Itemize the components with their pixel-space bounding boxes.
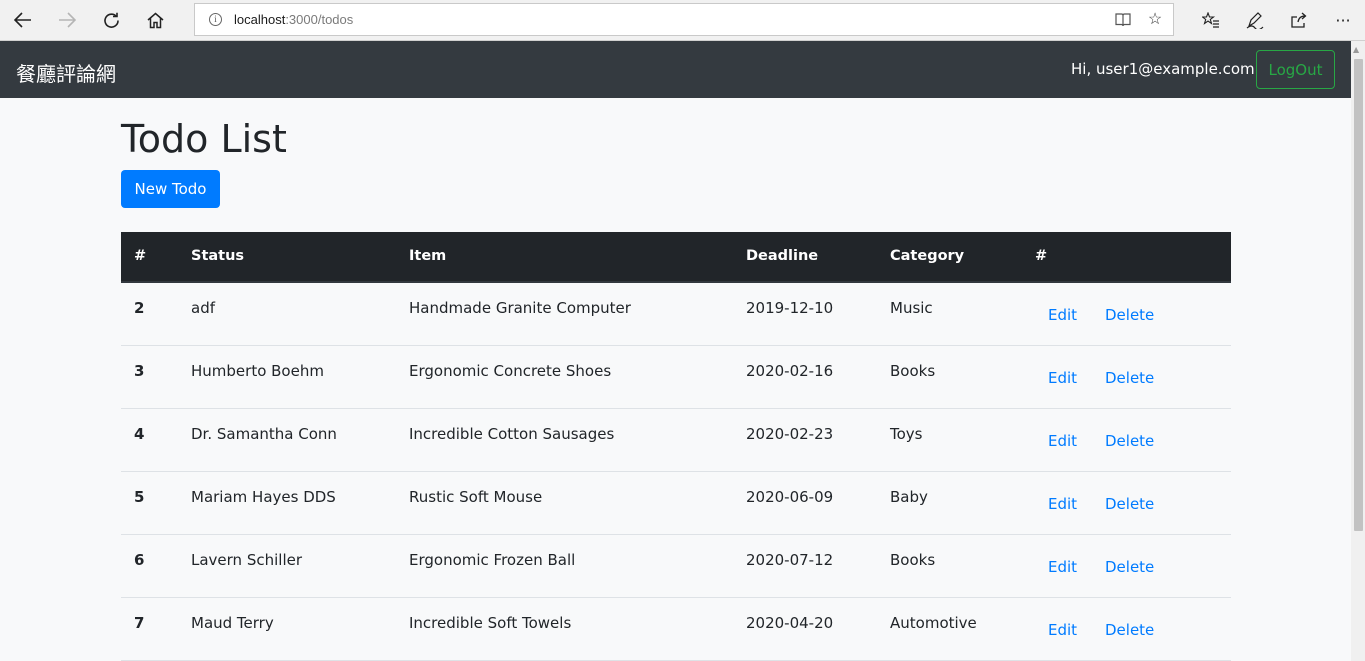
more-icon[interactable]: ··· xyxy=(1328,6,1358,34)
delete-link[interactable]: Delete xyxy=(1105,558,1154,576)
share-icon[interactable] xyxy=(1284,6,1314,34)
cell-status: Humberto Boehm xyxy=(191,362,324,380)
address-bar[interactable]: i localhost:3000/todos ☆ xyxy=(194,3,1174,36)
table-row: 5 Mariam Hayes DDS Rustic Soft Mouse 202… xyxy=(121,472,1231,535)
url-host: localhost xyxy=(234,12,286,27)
cell-deadline: 2020-06-09 xyxy=(746,488,834,506)
table-row: 4 Dr. Samantha Conn Incredible Cotton Sa… xyxy=(121,409,1231,472)
cell-deadline: 2020-04-20 xyxy=(746,614,834,632)
cell-deadline: 2020-02-23 xyxy=(746,425,834,443)
header-status: Status xyxy=(191,248,245,264)
cell-category: Music xyxy=(890,299,933,317)
refresh-icon[interactable] xyxy=(96,6,126,34)
site-navbar: 餐廳評論網 Hi, user1@example.com LogOut xyxy=(0,41,1351,98)
page-scrollbar[interactable]: ▲ xyxy=(1351,41,1365,661)
edit-link[interactable]: Edit xyxy=(1048,306,1077,324)
cell-item: Ergonomic Frozen Ball xyxy=(409,551,576,569)
cell-id: 4 xyxy=(134,425,145,443)
cell-id: 2 xyxy=(134,299,145,317)
reading-view-icon[interactable] xyxy=(1113,9,1133,29)
table-row: 6 Lavern Schiller Ergonomic Frozen Ball … xyxy=(121,535,1231,598)
user-greeting: Hi, user1@example.com xyxy=(1071,60,1255,78)
cell-category: Books xyxy=(890,551,936,569)
edit-link[interactable]: Edit xyxy=(1048,558,1077,576)
pen-icon[interactable] xyxy=(1240,6,1270,34)
todo-table: # Status Item Deadline Category # 2 adf … xyxy=(121,232,1231,661)
browser-toolbar: i localhost:3000/todos ☆ ··· xyxy=(0,0,1365,41)
edit-link[interactable]: Edit xyxy=(1048,369,1077,387)
cell-id: 5 xyxy=(134,488,145,506)
cell-status: Dr. Samantha Conn xyxy=(191,425,337,443)
cell-item: Incredible Soft Towels xyxy=(409,614,572,632)
header-deadline: Deadline xyxy=(746,248,819,264)
edit-link[interactable]: Edit xyxy=(1048,432,1077,450)
cell-id: 7 xyxy=(134,614,145,632)
cell-status: adf xyxy=(191,299,215,317)
scroll-up-arrow-icon[interactable]: ▲ xyxy=(1353,45,1359,54)
cell-category: Baby xyxy=(890,488,928,506)
logout-button[interactable]: LogOut xyxy=(1256,50,1335,89)
delete-link[interactable]: Delete xyxy=(1105,432,1154,450)
forward-icon[interactable] xyxy=(52,6,82,34)
cell-category: Toys xyxy=(890,425,923,443)
edit-link[interactable]: Edit xyxy=(1048,495,1077,513)
header-category: Category xyxy=(890,248,965,264)
cell-item: Rustic Soft Mouse xyxy=(409,488,543,506)
cell-item: Ergonomic Concrete Shoes xyxy=(409,362,612,380)
cell-id: 3 xyxy=(134,362,145,380)
favorites-list-icon[interactable] xyxy=(1196,6,1226,34)
delete-link[interactable]: Delete xyxy=(1105,621,1154,639)
table-row: 7 Maud Terry Incredible Soft Towels 2020… xyxy=(121,598,1231,661)
cell-category: Books xyxy=(890,362,936,380)
scrollbar-thumb[interactable] xyxy=(1354,59,1363,531)
cell-deadline: 2019-12-10 xyxy=(746,299,834,317)
edit-link[interactable]: Edit xyxy=(1048,621,1077,639)
info-icon[interactable]: i xyxy=(209,13,222,26)
cell-status: Lavern Schiller xyxy=(191,551,303,569)
header-item: Item xyxy=(409,248,447,264)
cell-deadline: 2020-07-12 xyxy=(746,551,834,569)
new-todo-button[interactable]: New Todo xyxy=(121,170,220,208)
cell-category: Automotive xyxy=(890,614,977,632)
cell-deadline: 2020-02-16 xyxy=(746,362,834,380)
brand-logo-text[interactable]: 餐廳評論網 xyxy=(16,58,116,87)
cell-id: 6 xyxy=(134,551,145,569)
url-path: :3000/todos xyxy=(285,12,354,27)
delete-link[interactable]: Delete xyxy=(1105,495,1154,513)
favorite-star-icon[interactable]: ☆ xyxy=(1145,9,1165,29)
cell-status: Maud Terry xyxy=(191,614,274,632)
header-actions: # xyxy=(1035,248,1048,264)
table-row: 3 Humberto Boehm Ergonomic Concrete Shoe… xyxy=(121,346,1231,409)
cell-item: Handmade Granite Computer xyxy=(409,299,631,317)
table-row: 2 adf Handmade Granite Computer 2019-12-… xyxy=(121,283,1231,346)
page-title: Todo List xyxy=(121,117,287,161)
cell-status: Mariam Hayes DDS xyxy=(191,488,336,506)
delete-link[interactable]: Delete xyxy=(1105,306,1154,324)
table-header: # Status Item Deadline Category # xyxy=(121,232,1231,283)
back-icon[interactable] xyxy=(8,6,38,34)
delete-link[interactable]: Delete xyxy=(1105,369,1154,387)
cell-item: Incredible Cotton Sausages xyxy=(409,425,615,443)
header-id: # xyxy=(134,248,147,264)
home-icon[interactable] xyxy=(140,6,170,34)
